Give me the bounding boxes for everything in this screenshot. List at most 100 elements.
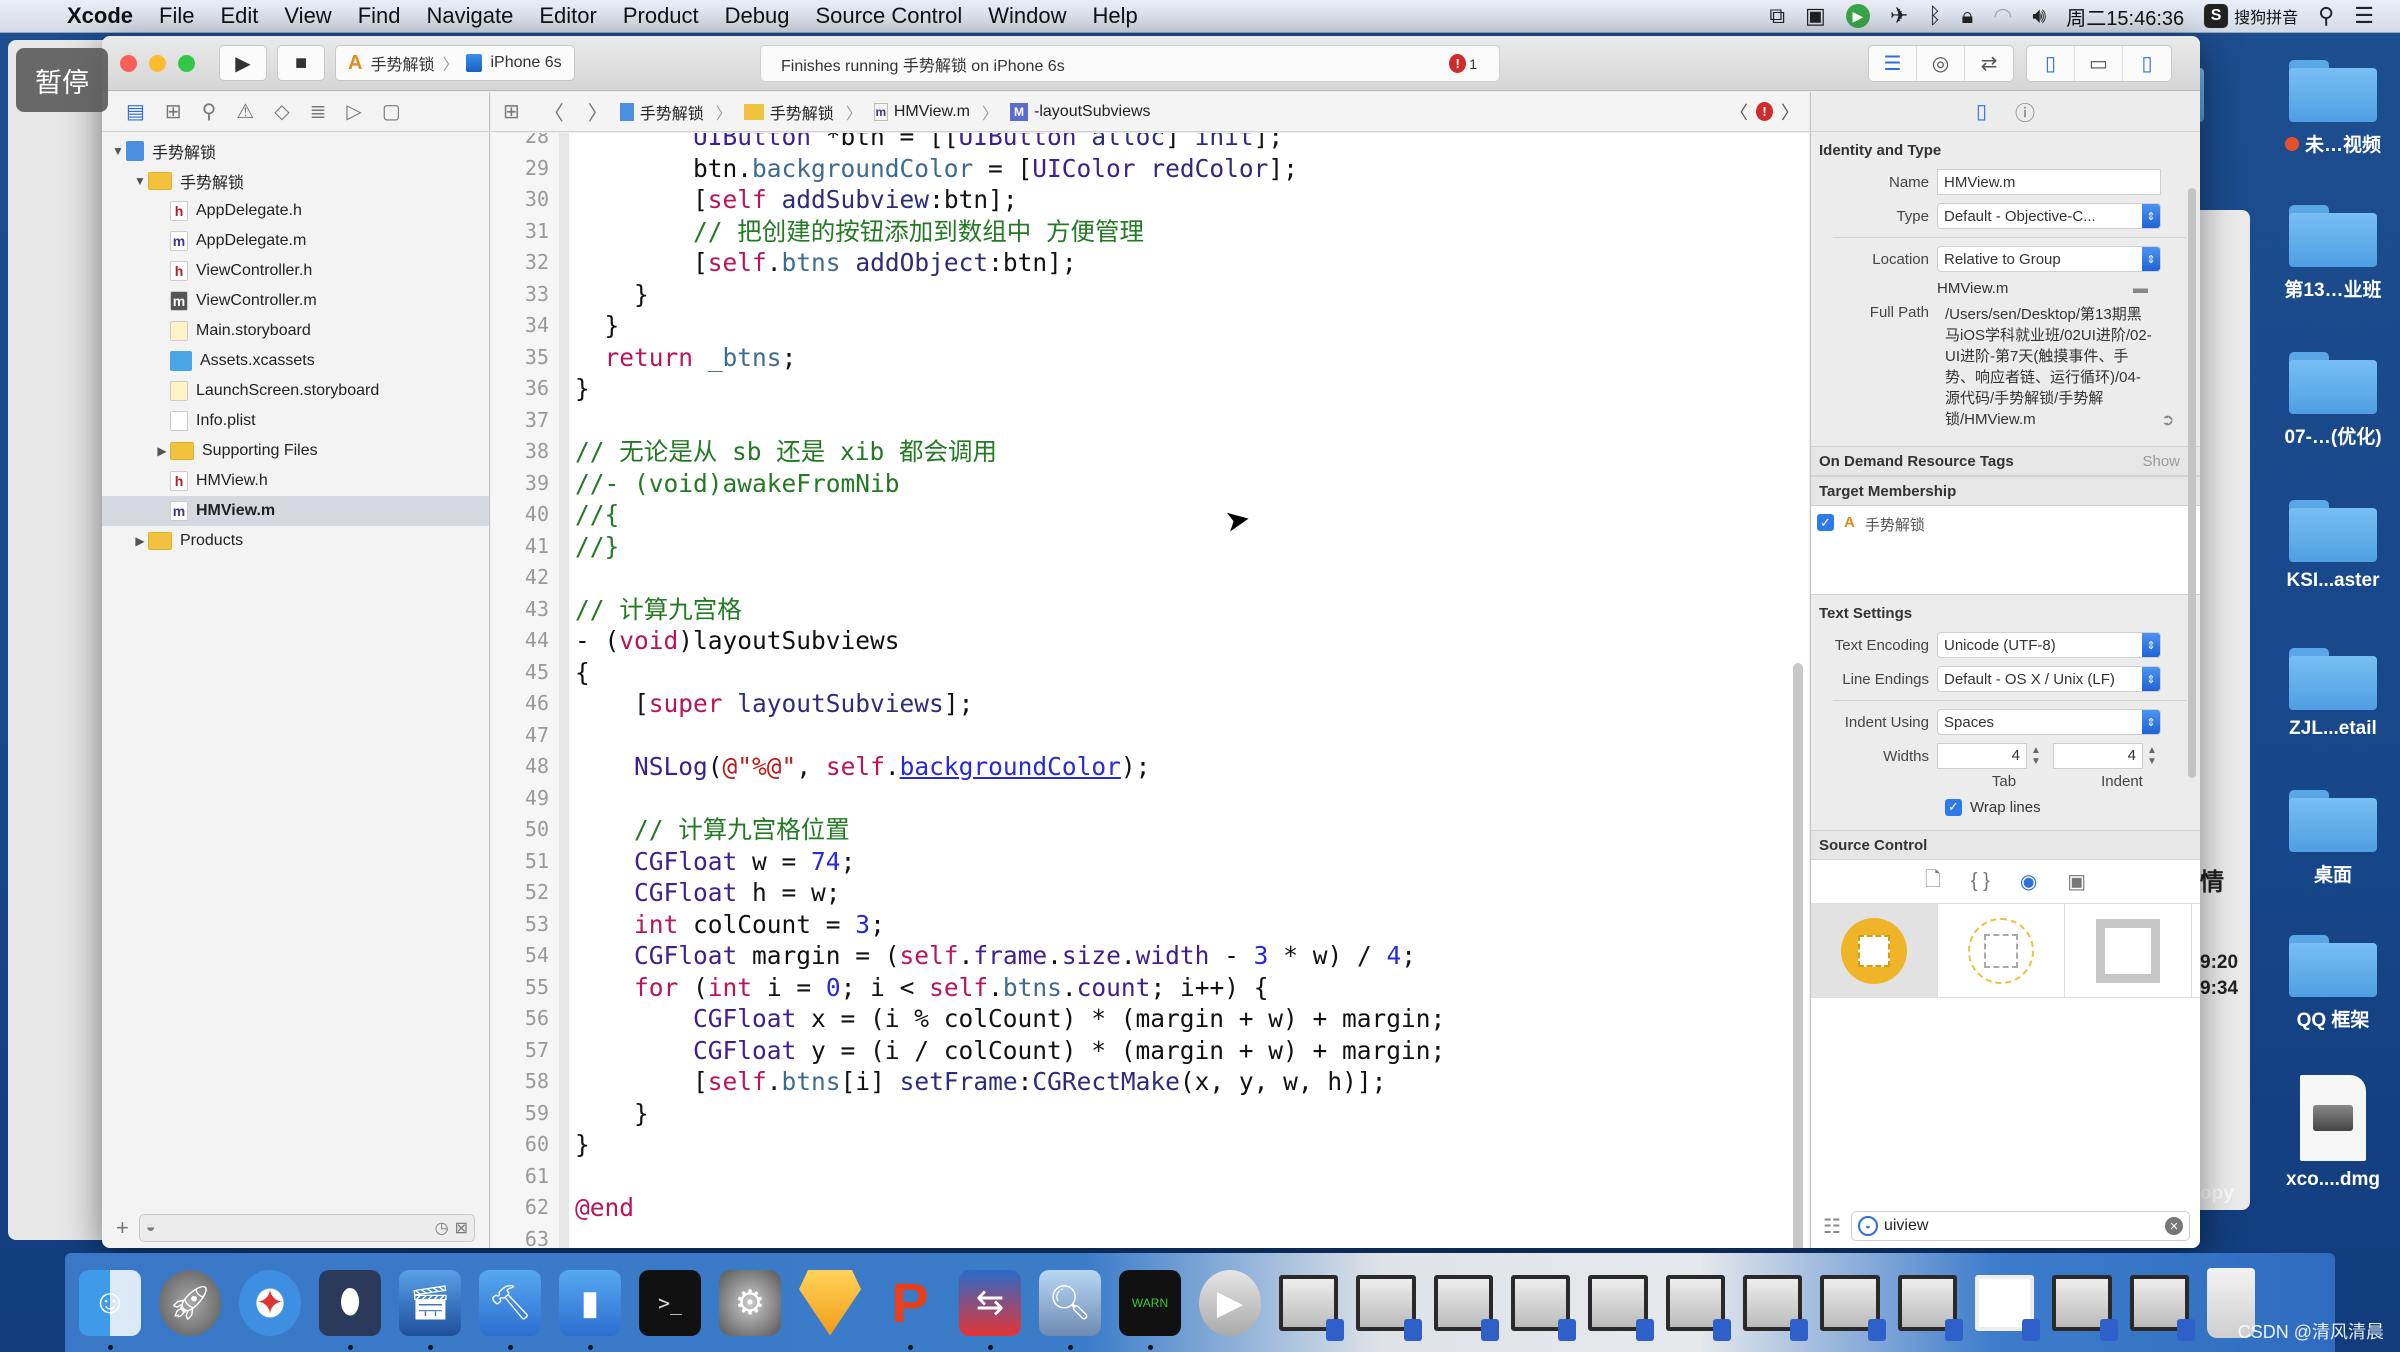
file-tree-item[interactable]: h AppDelegate.h — [102, 196, 489, 226]
line-number[interactable]: 49 — [491, 783, 549, 815]
code-text[interactable]: // 计算九宫格位置 — [549, 814, 850, 846]
reveal-in-finder-icon[interactable]: ➲ — [2161, 410, 2174, 430]
line-number[interactable]: 54 — [491, 940, 549, 972]
dock-mouse-app-icon[interactable]: ⬮ — [319, 1269, 381, 1350]
dock-preview-icon[interactable]: 🔍︎ — [1039, 1269, 1101, 1350]
stop-button[interactable]: ■ — [277, 45, 325, 81]
code-text[interactable]: NSLog(@"%@", self.backgroundColor); — [549, 751, 1150, 783]
file-tree-item[interactable]: Info.plist — [102, 406, 489, 436]
forward-icon[interactable]: 〉 — [576, 97, 620, 126]
code-line[interactable]: 58 [self.btns[i] setFrame:CGRectMake(x, … — [491, 1066, 1809, 1098]
menu-editor[interactable]: Editor — [526, 3, 609, 29]
menu-source-control[interactable]: Source Control — [803, 3, 976, 29]
disclosure-collapsed-icon[interactable]: ▶ — [132, 534, 148, 548]
toggle-navigator-icon[interactable]: ▯ — [2027, 46, 2075, 81]
dock-minimized-window[interactable] — [1897, 1274, 1964, 1341]
code-text[interactable]: CGFloat y = (i / colCount) * (margin + w… — [549, 1035, 1445, 1067]
code-text[interactable]: CGFloat h = w; — [549, 877, 841, 909]
line-number[interactable]: 59 — [491, 1098, 549, 1130]
code-line[interactable]: 53 int colCount = 3; — [491, 909, 1809, 941]
code-text[interactable] — [549, 1161, 575, 1193]
toggle-utilities-icon[interactable]: ▯ — [2123, 46, 2171, 81]
line-number[interactable]: 62 — [491, 1192, 549, 1224]
indent-width-field[interactable]: 4 — [2053, 743, 2143, 769]
find-navigator-tab-icon[interactable]: ⚲ — [202, 99, 217, 124]
desktop-icon[interactable]: xco....dmg — [2258, 1075, 2400, 1191]
code-line[interactable]: 56 CGFloat x = (i % colCount) * (margin … — [491, 1003, 1809, 1035]
dock-console-icon[interactable]: WARN — [1119, 1269, 1181, 1350]
pause-overlay[interactable]: 暂停 — [16, 48, 108, 112]
code-line[interactable]: 57 CGFloat y = (i / colCount) * (margin … — [491, 1035, 1809, 1067]
line-number[interactable]: 30 — [491, 184, 549, 216]
spotlight-search-icon[interactable]: ⚲ — [2318, 3, 2334, 29]
code-line[interactable]: 46 [super layoutSubviews]; — [491, 688, 1809, 720]
navigator-filter-input[interactable]: ◒ ◷ ⊠ — [138, 1214, 475, 1242]
file-tree-item[interactable]: ▶ Supporting Files — [102, 436, 489, 466]
code-line[interactable]: 36} — [491, 373, 1809, 405]
code-text[interactable] — [549, 1224, 575, 1249]
line-number[interactable]: 50 — [491, 814, 549, 846]
dock-simulator-icon[interactable]: ▮ — [559, 1269, 621, 1350]
desktop-icon[interactable]: 桌面 — [2258, 790, 2400, 887]
previous-issue-icon[interactable]: 〈 — [1730, 99, 1748, 125]
line-endings-popup[interactable]: Default - OS X / Unix (LF) ⇕ — [1937, 666, 2161, 692]
line-number[interactable]: 41 — [491, 531, 549, 563]
code-text[interactable]: //{ — [549, 499, 619, 531]
code-line[interactable]: 49 — [491, 783, 1809, 815]
code-text[interactable]: //} — [549, 531, 619, 563]
desktop-icon[interactable]: KSI...aster — [2258, 500, 2400, 592]
version-editor-icon[interactable]: ⇄ — [1965, 46, 2013, 81]
library-filter-input[interactable]: ◒ uiview ✕ — [1850, 1211, 2190, 1241]
code-line[interactable]: 29 btn.backgroundColor = [UIColor redCol… — [491, 153, 1809, 185]
dock-movie-app-icon[interactable]: 🎬︎ — [399, 1269, 461, 1350]
line-number[interactable]: 36 — [491, 373, 549, 405]
code-line[interactable]: 37 — [491, 405, 1809, 437]
clock[interactable]: 周二15:46:36 — [2066, 2, 2184, 31]
dock-terminal-icon[interactable]: >_ — [639, 1269, 701, 1336]
desktop-icon[interactable]: 07-…(优化) — [2258, 352, 2400, 449]
file-tree-item[interactable]: m HMView.m — [102, 496, 489, 526]
error-indicator[interactable]: ! 1 — [1449, 54, 1477, 73]
test-navigator-tab-icon[interactable]: ◇ — [274, 99, 289, 124]
code-text[interactable]: [self.btns[i] setFrame:CGRectMake(x, y, … — [549, 1066, 1386, 1098]
code-text[interactable]: CGFloat w = 74; — [549, 846, 855, 878]
line-number[interactable]: 31 — [491, 216, 549, 248]
menu-app-name[interactable]: Xcode — [54, 3, 146, 29]
code-line[interactable]: 34 } — [491, 310, 1809, 342]
dock-system-preferences-icon[interactable]: ⚙ — [719, 1269, 781, 1336]
code-text[interactable]: CGFloat margin = (self.frame.size.width … — [549, 940, 1416, 972]
disclosure-expanded-icon[interactable]: ▼ — [110, 144, 126, 158]
dock-teamviewer-icon[interactable]: ⇆ — [959, 1269, 1021, 1350]
file-tree-item[interactable]: ▶ Products — [102, 526, 489, 556]
breadcrumb-file[interactable]: HMView.m — [894, 103, 970, 121]
symbol-navigator-tab-icon[interactable]: ⊞ — [165, 99, 182, 124]
file-tree-item[interactable]: Main.storyboard — [102, 316, 489, 346]
scm-filter-icon[interactable]: ⊠ — [455, 1218, 468, 1238]
dock-launchpad-icon[interactable]: 🚀︎ — [159, 1269, 221, 1336]
minimize-window-button[interactable] — [149, 54, 166, 72]
code-text[interactable]: UIButton *btn = [[UIButton alloc] init]; — [549, 133, 1283, 153]
recent-files-icon[interactable]: ◷ — [435, 1218, 449, 1238]
line-number[interactable]: 60 — [491, 1129, 549, 1161]
menu-debug[interactable]: Debug — [712, 3, 803, 29]
code-text[interactable]: // 无论是从 sb 还是 xib 都会调用 — [549, 436, 997, 468]
library-item-visual-effect[interactable] — [1938, 904, 2065, 997]
line-number[interactable]: 35 — [491, 342, 549, 374]
wrap-lines-checkbox[interactable]: ✓ — [1945, 798, 1962, 816]
dock-quicktime-icon[interactable]: ▶ — [1199, 1269, 1261, 1336]
dock-minimized-window[interactable] — [1356, 1274, 1423, 1341]
file-tree-item[interactable]: h ViewController.h — [102, 256, 489, 286]
breadcrumb-project[interactable]: 手势解锁 — [640, 100, 704, 124]
code-text[interactable]: // 把创建的按钮添加到数组中 方便管理 — [549, 216, 1144, 248]
desktop-icon[interactable]: 第13…业班 — [2258, 205, 2400, 302]
code-text[interactable]: int colCount = 3; — [549, 909, 885, 941]
code-text[interactable]: } — [549, 1129, 590, 1161]
code-text[interactable] — [549, 562, 575, 594]
file-inspector-tab-icon[interactable]: ▯ — [1976, 99, 1987, 124]
library-item-view[interactable] — [1811, 904, 1938, 997]
menu-help[interactable]: Help — [1080, 3, 1151, 29]
line-number[interactable]: 57 — [491, 1035, 549, 1067]
code-line[interactable]: 38// 无论是从 sb 还是 xib 都会调用 — [491, 436, 1809, 468]
code-text[interactable]: [self addSubview:btn]; — [549, 184, 1018, 216]
media-library-icon[interactable]: ▣ — [2067, 869, 2086, 894]
